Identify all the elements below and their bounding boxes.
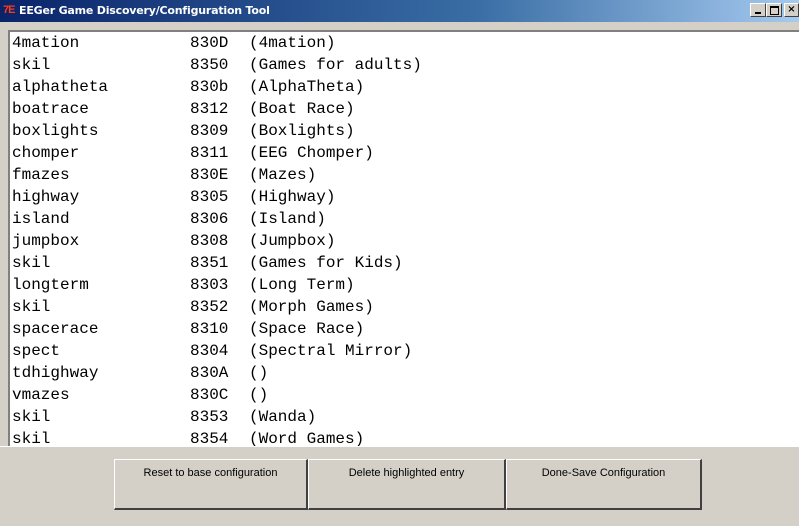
close-icon: × bbox=[787, 4, 796, 15]
game-description: (Games for adults) bbox=[249, 56, 422, 74]
list-item[interactable]: tdhighway 830A () bbox=[10, 362, 797, 384]
game-name: skil bbox=[12, 430, 51, 446]
game-description: (4mation) bbox=[249, 34, 336, 52]
game-description: (Morph Games) bbox=[249, 298, 374, 316]
game-name: fmazes bbox=[12, 166, 70, 184]
list-item[interactable]: highway 8305 (Highway) bbox=[10, 186, 797, 208]
game-name: spacerace bbox=[12, 320, 99, 338]
reset-configuration-button[interactable]: Reset to base configuration bbox=[114, 459, 308, 510]
list-item[interactable]: island 8306 (Island) bbox=[10, 208, 797, 230]
list-item[interactable]: skil 8354 (Word Games) bbox=[10, 428, 797, 446]
game-description: (Highway) bbox=[249, 188, 336, 206]
game-code: 8352 bbox=[190, 298, 229, 316]
list-item[interactable]: jumpbox 8308 (Jumpbox) bbox=[10, 230, 797, 252]
game-code: 8309 bbox=[190, 122, 229, 140]
game-description: () bbox=[249, 386, 269, 404]
game-code: 8311 bbox=[190, 144, 229, 162]
window-title: EEGer Game Discovery/Configuration Tool bbox=[19, 4, 270, 17]
delete-button-label: Delete highlighted entry bbox=[348, 467, 465, 479]
close-button[interactable]: × bbox=[784, 3, 799, 17]
list-item[interactable]: skil 8352 (Morph Games) bbox=[10, 296, 797, 318]
game-description: () bbox=[249, 364, 269, 382]
game-name: skil bbox=[12, 56, 51, 74]
game-name: island bbox=[12, 210, 70, 228]
list-item[interactable]: vmazes 830C () bbox=[10, 384, 797, 406]
game-code: 8310 bbox=[190, 320, 229, 338]
game-code: 8308 bbox=[190, 232, 229, 250]
game-code: 830b bbox=[190, 78, 229, 96]
game-name: tdhighway bbox=[12, 364, 99, 382]
game-code: 8350 bbox=[190, 56, 229, 74]
game-name: skil bbox=[12, 254, 51, 272]
game-name: 4mation bbox=[12, 34, 80, 52]
game-description: (Jumpbox) bbox=[249, 232, 336, 250]
list-item[interactable]: alphatheta 830b (AlphaTheta) bbox=[10, 76, 797, 98]
game-code: 8312 bbox=[190, 100, 229, 118]
game-name: boatrace bbox=[12, 100, 89, 118]
game-description: (Games for Kids) bbox=[249, 254, 403, 272]
maximize-button[interactable] bbox=[766, 3, 782, 17]
game-code: 830C bbox=[190, 386, 229, 404]
game-name: boxlights bbox=[12, 122, 99, 140]
game-description: (Island) bbox=[249, 210, 326, 228]
game-code: 8354 bbox=[190, 430, 229, 446]
game-name: skil bbox=[12, 298, 51, 316]
game-description: (Boxlights) bbox=[249, 122, 355, 140]
list-item[interactable]: chomper 8311 (EEG Chomper) bbox=[10, 142, 797, 164]
game-name: spect bbox=[12, 342, 61, 360]
game-code: 8304 bbox=[190, 342, 229, 360]
list-item[interactable]: longterm 8303 (Long Term) bbox=[10, 274, 797, 296]
game-code: 8351 bbox=[190, 254, 229, 272]
list-item[interactable]: boatrace 8312 (Boat Race) bbox=[10, 98, 797, 120]
list-item[interactable]: spect 8304 (Spectral Mirror) bbox=[10, 340, 797, 362]
reset-button-label: Reset to base configuration bbox=[143, 467, 278, 479]
game-name: jumpbox bbox=[12, 232, 80, 250]
title-bar[interactable]: 7Ε EEGer Game Discovery/Configuration To… bbox=[0, 0, 799, 22]
done-save-button[interactable]: Done-Save Configuration bbox=[506, 459, 702, 510]
game-description: (Spectral Mirror) bbox=[249, 342, 413, 360]
game-code: 8353 bbox=[190, 408, 229, 426]
game-code: 830A bbox=[190, 364, 229, 382]
game-code: 830E bbox=[190, 166, 229, 184]
app-logo-icon: 7Ε bbox=[3, 4, 15, 16]
game-description: (AlphaTheta) bbox=[249, 78, 365, 96]
delete-entry-button[interactable]: Delete highlighted entry bbox=[308, 459, 506, 510]
game-description: (Mazes) bbox=[249, 166, 317, 184]
minimize-icon bbox=[755, 12, 761, 14]
game-description: (Word Games) bbox=[249, 430, 365, 446]
list-item[interactable]: skil 8351 (Games for Kids) bbox=[10, 252, 797, 274]
game-code: 8306 bbox=[190, 210, 229, 228]
game-code: 8303 bbox=[190, 276, 229, 294]
game-name: longterm bbox=[12, 276, 89, 294]
list-item[interactable]: fmazes 830E (Mazes) bbox=[10, 164, 797, 186]
game-name: highway bbox=[12, 188, 80, 206]
game-description: (Boat Race) bbox=[249, 100, 355, 118]
minimize-button[interactable] bbox=[750, 3, 766, 17]
game-description: (Wanda) bbox=[249, 408, 317, 426]
list-item[interactable]: boxlights 8309 (Boxlights) bbox=[10, 120, 797, 142]
game-code: 8305 bbox=[190, 188, 229, 206]
game-name: vmazes bbox=[12, 386, 70, 404]
list-item[interactable]: spacerace 8310 (Space Race) bbox=[10, 318, 797, 340]
game-description: (Space Race) bbox=[249, 320, 365, 338]
list-item[interactable]: 4mation 830D (4mation) bbox=[10, 32, 797, 54]
list-item[interactable]: skil 8353 (Wanda) bbox=[10, 406, 797, 428]
game-name: chomper bbox=[12, 144, 80, 162]
list-item[interactable]: skil 8350 (Games for adults) bbox=[10, 54, 797, 76]
game-list[interactable]: 4mation 830D (4mation) skil 8350 (Games for a… bbox=[8, 30, 799, 446]
game-code: 830D bbox=[190, 34, 229, 52]
game-name: skil bbox=[12, 408, 51, 426]
game-description: (Long Term) bbox=[249, 276, 355, 294]
game-name: alphatheta bbox=[12, 78, 109, 96]
maximize-icon bbox=[770, 6, 779, 15]
game-description: (EEG Chomper) bbox=[249, 144, 374, 162]
done-button-label: Done-Save Configuration bbox=[541, 467, 666, 479]
